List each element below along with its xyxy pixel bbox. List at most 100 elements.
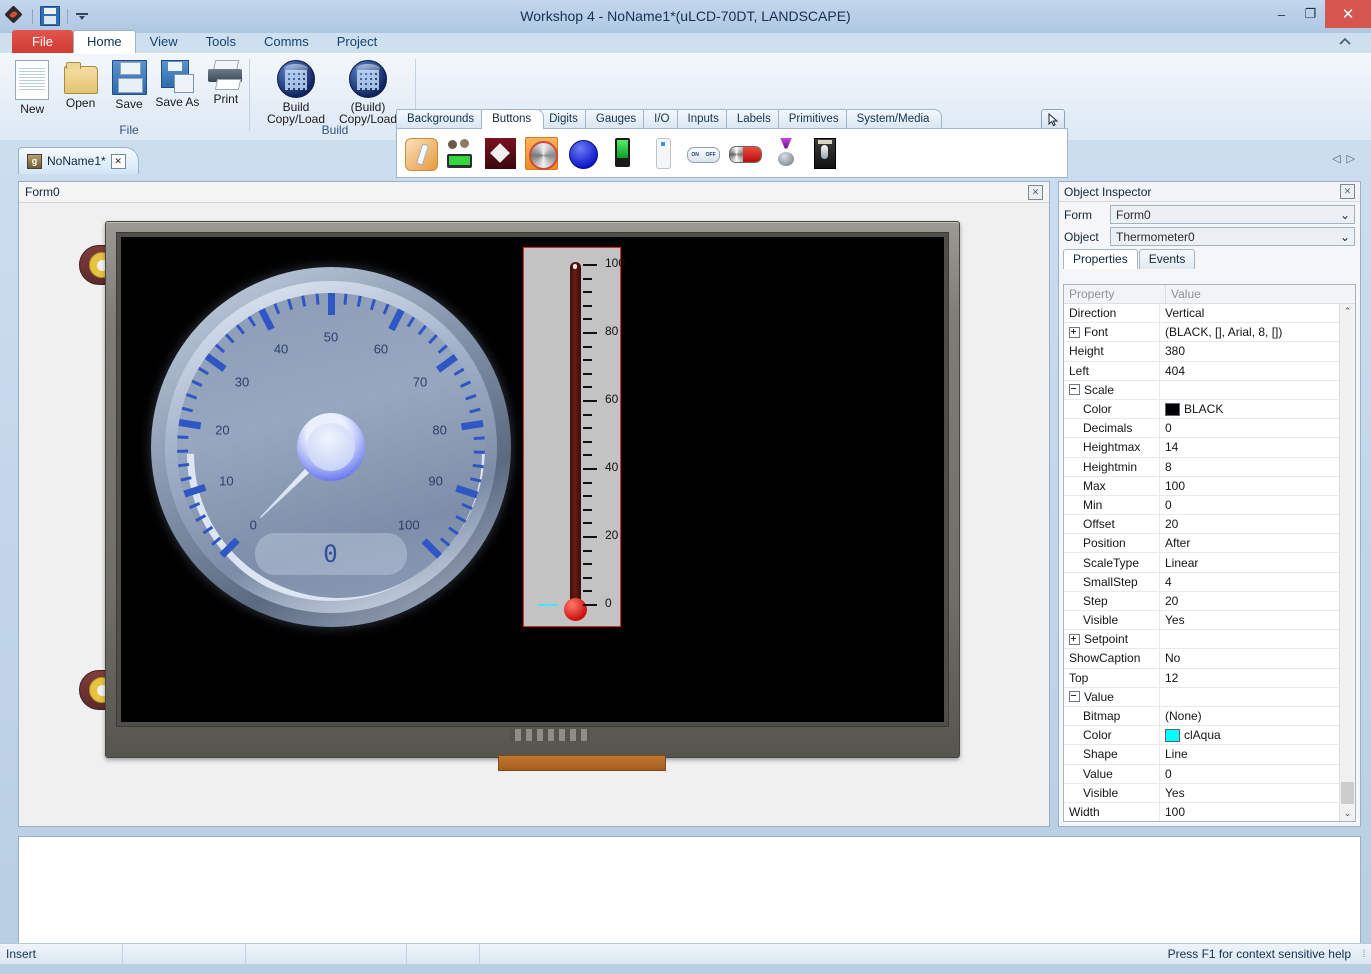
document-tab-noname1[interactable]: g NoName1* ✕ [18,147,139,174]
tab-properties[interactable]: Properties [1063,249,1138,269]
property-row[interactable]: Width 100 [1064,802,1339,821]
property-value[interactable]: Linear [1160,553,1339,571]
property-row[interactable]: Font (BLACK, [], Arial, 8, []) [1064,323,1339,343]
property-row[interactable]: Scale [1064,380,1339,400]
property-value[interactable]: 0 [1160,496,1339,514]
thermometer-widget[interactable]: 0 20 40 60 80 100 [523,247,625,627]
gallery-tab-buttons[interactable]: Buttons [481,109,545,129]
property-row[interactable]: Position After [1064,534,1339,554]
open-button[interactable]: Open [56,56,104,109]
property-value[interactable]: 100 [1160,803,1339,821]
property-row[interactable]: Visible Yes [1064,611,1339,631]
property-row[interactable]: SmallStep 4 [1064,572,1339,592]
gallery-tab-system-media[interactable]: System/Media [845,109,943,129]
gauge-widget[interactable]: 0 10 20 30 40 50 60 70 80 90 100 0 [151,267,546,627]
document-tab-close-icon[interactable]: ✕ [110,153,126,169]
property-value[interactable]: 404 [1160,362,1339,380]
print-button[interactable]: Print [202,56,250,105]
ribbon-tab-view[interactable]: View [136,30,192,54]
property-value[interactable]: Line [1160,745,1339,763]
expand-icon[interactable] [1069,633,1080,645]
property-row[interactable]: Max 100 [1064,476,1339,496]
property-value[interactable]: No [1160,649,1339,667]
gallery-tab-inputs[interactable]: Inputs [676,109,732,129]
property-row[interactable]: Min 0 [1064,495,1339,516]
ribbon-tab-tools[interactable]: Tools [192,30,250,54]
property-value[interactable]: 100 [1160,477,1339,495]
document-nav-next-icon[interactable]: ▷ [1347,152,1355,165]
property-row[interactable]: Height 380 [1064,342,1339,362]
property-value[interactable] [1160,381,1339,399]
property-value[interactable] [1160,630,1339,648]
expand-icon[interactable] [1069,326,1080,338]
gallery-tab-primitives[interactable]: Primitives [777,109,852,129]
collapse-icon[interactable] [1069,384,1080,396]
gallery-tab-backgrounds[interactable]: Backgrounds [396,109,488,129]
gallery-tab-gauges[interactable]: Gauges [584,109,650,129]
resize-grip-icon[interactable]: ⁞ [1357,949,1371,960]
object-inspector-close-box[interactable]: ✕ [1340,184,1355,199]
property-row[interactable]: Top 12 [1064,668,1339,688]
chevron-up-icon[interactable] [1337,35,1353,49]
property-row[interactable]: Setpoint [1064,630,1339,650]
property-row[interactable]: Step 20 [1064,591,1339,611]
close-button[interactable]: ✕ [1325,0,1371,28]
save-button[interactable]: Save [105,56,153,110]
property-value[interactable]: Vertical [1160,304,1339,322]
collapse-icon[interactable] [1069,691,1080,703]
ribbon-tab-comms[interactable]: Comms [250,30,323,54]
gallery-tab-digits[interactable]: Digits [538,109,591,129]
property-value[interactable]: 4 [1160,573,1339,591]
property-row[interactable]: Heightmin 8 [1064,457,1339,477]
property-value[interactable]: 20 [1160,592,1339,610]
property-value[interactable]: 380 [1160,342,1339,360]
property-value[interactable]: clAqua [1160,726,1339,744]
scroll-down-arrow-icon[interactable]: ⌄ [1340,806,1355,821]
property-grid-scrollbar[interactable]: ⌃ ⌄ [1339,304,1355,821]
property-row[interactable]: Decimals 0 [1064,419,1339,439]
property-row[interactable]: ShowCaption No [1064,649,1339,669]
property-row[interactable]: Direction Vertical [1064,304,1339,324]
tab-events[interactable]: Events [1138,249,1196,269]
property-row[interactable]: Visible Yes [1064,783,1339,803]
property-row[interactable]: ScaleType Linear [1064,553,1339,573]
maximize-button[interactable]: ❐ [1296,0,1325,28]
property-row[interactable]: Value 0 [1064,764,1339,784]
scroll-up-arrow-icon[interactable]: ⌃ [1340,304,1355,319]
object-selector-dropdown[interactable]: Thermometer0 ⌄ [1110,227,1355,246]
minimize-button[interactable]: – [1267,0,1296,28]
property-row[interactable]: Shape Line [1064,745,1339,765]
property-row[interactable]: Color BLACK [1064,399,1339,420]
property-row[interactable]: Color clAqua [1064,726,1339,746]
property-row[interactable]: Value [1064,687,1339,707]
document-nav-prev-icon[interactable]: ◁ [1332,152,1340,165]
ribbon-tab-home[interactable]: Home [72,30,136,54]
ribbon-tab-project[interactable]: Project [323,30,391,54]
property-row[interactable]: Left 404 [1064,361,1339,381]
property-value[interactable] [1160,688,1339,706]
property-value[interactable]: 8 [1160,458,1339,476]
property-value[interactable]: After [1160,534,1339,552]
property-value[interactable]: Yes [1160,784,1339,802]
property-row[interactable]: Bitmap (None) [1064,706,1339,727]
save-as-button[interactable]: Save As [153,56,201,108]
property-value[interactable]: 20 [1160,515,1339,533]
designer-close-box[interactable]: ✕ [1028,184,1043,200]
property-value[interactable]: Yes [1160,611,1339,629]
scroll-thumb[interactable] [1341,782,1354,804]
property-value[interactable]: BLACK [1160,400,1339,418]
property-row[interactable]: Heightmax 14 [1064,438,1339,458]
output-panel[interactable] [18,836,1361,944]
build-alt-copy-load-button[interactable]: (Build) Copy/Load [332,56,404,125]
ribbon-tab-file[interactable]: File [12,30,73,54]
form-selector-dropdown[interactable]: Form0 ⌄ [1110,205,1355,224]
property-row[interactable]: Offset 20 [1064,515,1339,535]
device-screen[interactable]: 0 10 20 30 40 50 60 70 80 90 100 0 0 20 … [121,237,944,722]
gallery-tab-labels[interactable]: Labels [725,109,784,129]
property-value[interactable]: (None) [1160,707,1339,725]
property-value[interactable]: (BLACK, [], Arial, 8, []) [1160,323,1339,341]
property-value[interactable]: 14 [1160,438,1339,456]
property-value[interactable]: 0 [1160,419,1339,437]
build-copy-load-button[interactable]: Build Copy/Load [260,56,332,125]
new-button[interactable]: New [8,56,56,115]
